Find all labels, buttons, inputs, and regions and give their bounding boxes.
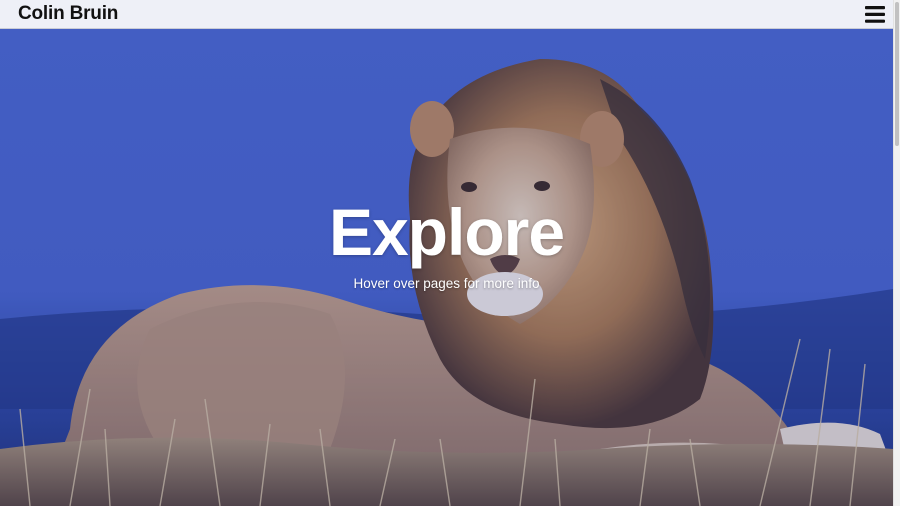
vertical-scrollbar[interactable] xyxy=(893,0,900,506)
top-navbar: Colin Bruin xyxy=(0,0,893,29)
hero-section: Explore Hover over pages for more info xyxy=(0,29,893,506)
site-brand[interactable]: Colin Bruin xyxy=(18,3,118,25)
page: Colin Bruin Explore Hover over pages for… xyxy=(0,0,900,506)
hero-subtitle: Hover over pages for more info xyxy=(353,276,540,291)
hamburger-menu-icon[interactable] xyxy=(865,6,885,23)
hero-title: Explore xyxy=(328,195,565,269)
scrollbar-thumb[interactable] xyxy=(895,2,899,146)
